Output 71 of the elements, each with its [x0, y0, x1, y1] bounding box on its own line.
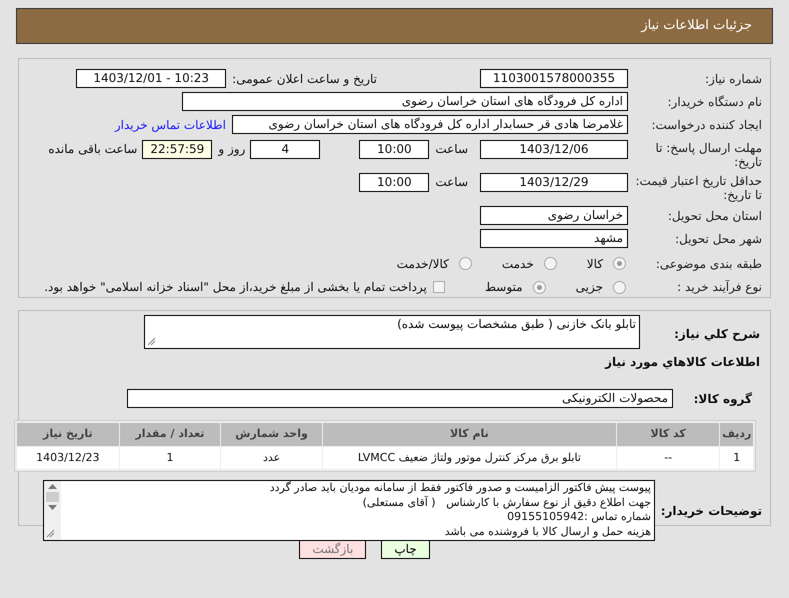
field-label: شرح کلي نياز:	[673, 326, 761, 343]
radio-button[interactable]	[532, 280, 546, 294]
radio-label: متوسط	[484, 279, 523, 296]
print-button[interactable]: چاپ	[381, 539, 430, 559]
table-cell: عدد	[221, 447, 322, 469]
scroll-down-icon[interactable]	[48, 505, 57, 510]
column-header: تعداد / مقدار	[120, 423, 220, 446]
back-button[interactable]: بازگشت	[299, 539, 366, 559]
text-field[interactable]: 10:00	[359, 173, 430, 192]
field-label: شماره نیاز:	[704, 72, 763, 86]
field-label: مهلت ارسال پاسخ: تا تاریخ:	[654, 140, 763, 169]
field-label: نوع فرآیند خرید :	[676, 280, 763, 294]
page-title: جزئیات اطلاعات نیاز	[641, 17, 752, 36]
field-label: تاریخ و ساعت اعلان عمومی:	[232, 70, 377, 88]
scrollbar[interactable]	[44, 481, 61, 540]
text-field[interactable]: 1403/12/01 - 10:23	[76, 69, 226, 88]
radio-button[interactable]	[613, 257, 626, 270]
radio-label: کالا	[586, 256, 603, 273]
notes-line: شماره تماس :09155105942	[506, 510, 651, 524]
table-cell: 1	[120, 447, 220, 469]
field-label: ایجاد کننده درخواست:	[650, 118, 763, 132]
text-field[interactable]: اداره کل فرودگاه های استان خراسان رضوی	[182, 92, 628, 111]
section-heading: اطلاعات کالاهاي مورد نياز	[604, 354, 761, 371]
column-header: ردیف	[720, 423, 753, 446]
text-field[interactable]: مشهد	[480, 229, 628, 248]
notes-textarea[interactable]: پیوست پیش فاکتور الزامیست و صدور فاکتور فقط از سامانه مودیان باید صادر گردد جهت اطلاع دقیق از نوع سفارش با کارشناس ( آقای مستعلی) شماره تماس :09155105942 هزینه حمل و ارسال کالا با فروشنده می باشد	[43, 480, 655, 541]
scrollbar-thumb[interactable]	[46, 492, 59, 502]
text-field[interactable]: خراسان رضوی	[480, 206, 628, 225]
notes-line: پیوست پیش فاکتور الزامیست و صدور فاکتور فقط از سامانه مودیان باید صادر گردد	[268, 481, 651, 496]
text-field[interactable]: محصولات الکترونیکی	[127, 389, 673, 408]
text-field[interactable]: 1103001578000355	[480, 69, 628, 88]
text-field[interactable]: 1403/12/06	[480, 140, 628, 159]
scroll-up-icon[interactable]	[48, 484, 57, 489]
text-field[interactable]: 10:00	[359, 140, 430, 159]
radio-label: کالا/خدمت	[396, 256, 449, 273]
radio-button[interactable]	[458, 257, 472, 270]
field-label: توضیحات خریدار:	[660, 502, 763, 520]
notes-line: هزینه حمل و ارسال کالا با فروشنده می باشد	[444, 524, 651, 539]
field-label: گروه کالا:	[692, 390, 753, 408]
field-label: حداقل تاریخ اعتبار قیمت: تا تاریخ:	[634, 173, 763, 202]
field-label: استان محل تحویل:	[666, 208, 763, 222]
buyer-contact-link[interactable]: اطلاعات تماس خریدار	[114, 116, 226, 134]
time-label: ساعت	[435, 141, 468, 158]
notes-line: جهت اطلاع دقیق از نوع سفارش با کارشناس ( آقای مستعلی)	[362, 496, 651, 510]
radio-label: خدمت	[502, 256, 534, 273]
days-label: روز و	[218, 141, 246, 158]
column-header: کد کالا	[616, 423, 720, 446]
field-label: نام دستگاه خریدار:	[666, 94, 763, 108]
table-cell: 1	[720, 447, 753, 469]
countdown-field[interactable]: 22:57:59	[142, 140, 212, 159]
text-field[interactable]: 1403/12/29	[480, 173, 628, 192]
summary-textarea[interactable]: تابلو بانک خازنی ( طبق مشخصات پیوست شده)	[144, 315, 640, 349]
radio-button[interactable]	[613, 280, 626, 294]
checkbox[interactable]	[432, 281, 445, 294]
resize-grip-icon[interactable]	[46, 529, 55, 538]
column-header: نام کالا	[322, 423, 616, 446]
table-cell: --	[616, 447, 720, 469]
column-header: تاریخ نیاز	[17, 423, 119, 446]
text-field[interactable]: 4	[250, 140, 320, 159]
text-field[interactable]: غلامرضا هادی قر حسابدار اداره کل فرودگاه های استان خراسان رضوی	[232, 115, 628, 134]
field-label: طبقه بندی موضوعی:	[654, 256, 763, 271]
table-cell: تابلو برق مرکز کنترل موتور ولتاژ ضعیف LVMCC	[322, 447, 616, 469]
table-cell: 1403/12/23	[17, 447, 119, 469]
remaining-label: ساعت باقی مانده	[48, 141, 138, 158]
checkbox-label: پرداخت تمام یا بخشی از مبلغ خرید،از محل "اسناد خزانه اسلامی" خواهد بود.	[44, 279, 427, 296]
resize-grip-icon[interactable]	[147, 337, 156, 346]
column-header: واحد شمارش	[221, 423, 322, 446]
time-label: ساعت	[435, 174, 468, 191]
radio-button[interactable]	[544, 257, 557, 270]
field-label: شهر محل تحویل:	[674, 232, 763, 246]
radio-label: جزیی	[576, 279, 603, 296]
